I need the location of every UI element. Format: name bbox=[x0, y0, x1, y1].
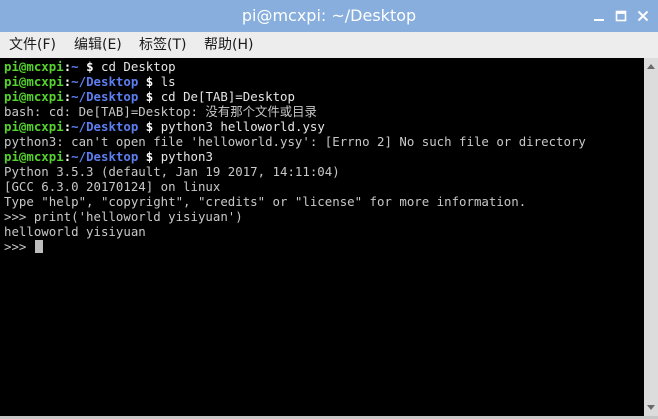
terminal-line: pi@mcxpi:~/Desktop $ python3 bbox=[4, 149, 586, 164]
terminal-output-line: Python 3.5.3 (default, Jan 19 2017, 14:1… bbox=[4, 164, 340, 179]
scroll-up-icon[interactable] bbox=[647, 64, 655, 69]
prompt-dollar: $ bbox=[86, 59, 94, 74]
prompt-user: pi@mcxpi bbox=[4, 59, 64, 74]
prompt-user: pi@mcxpi bbox=[4, 74, 64, 89]
prompt-directory: ~/Desktop bbox=[71, 74, 139, 89]
command-text: python3 helloworld.ysy bbox=[160, 119, 325, 134]
python-command: print('helloworld yisiyuan') bbox=[33, 209, 243, 224]
command-text: ls bbox=[160, 74, 176, 89]
terminal-output-line: helloworld yisiyuan bbox=[4, 224, 146, 239]
menu-tabs[interactable]: 标签(T) bbox=[139, 32, 186, 58]
prompt-user: pi@mcxpi bbox=[4, 89, 64, 104]
vertical-scrollbar[interactable] bbox=[644, 58, 658, 416]
maximize-icon[interactable] bbox=[613, 8, 629, 24]
prompt-directory: ~/Desktop bbox=[71, 149, 139, 164]
menu-file[interactable]: 文件(F) bbox=[9, 32, 56, 58]
prompt-user: pi@mcxpi bbox=[4, 119, 64, 134]
title-bar[interactable]: pi@mcxpi: ~/Desktop bbox=[0, 0, 658, 32]
command-text: cd Desktop bbox=[101, 59, 176, 74]
prompt-dollar: $ bbox=[145, 119, 154, 134]
terminal-line: pi@mcxpi:~/Desktop $ python3 helloworld.… bbox=[4, 119, 586, 134]
prompt-directory: ~/Desktop bbox=[71, 119, 139, 134]
terminal-line: pi@mcxpi:~/Desktop $ ls bbox=[4, 74, 586, 89]
terminal-output-line: bash: cd: De[TAB]=Desktop: 没有那个文件或目录 bbox=[4, 104, 317, 119]
prompt-directory: ~/Desktop bbox=[71, 89, 139, 104]
terminal-window: pi@mcxpi: ~/Desktop 文件(F) 编辑(E) 标签(T) 帮助… bbox=[0, 0, 658, 419]
terminal-output-line: [GCC 6.3.0 20170124] on linux bbox=[4, 179, 221, 194]
prompt-dollar: $ bbox=[145, 149, 154, 164]
terminal-line: pi@mcxpi:~ $ cd Desktop bbox=[4, 59, 586, 74]
command-text: python3 bbox=[160, 149, 213, 164]
prompt-directory: ~ bbox=[71, 59, 79, 74]
terminal-output[interactable]: pi@mcxpi:~ $ cd Desktop pi@mcxpi:~/Deskt… bbox=[0, 58, 644, 416]
terminal-line: pi@mcxpi:~/Desktop $ cd De[TAB]=Desktop bbox=[4, 89, 586, 104]
terminal-line: >>> bbox=[4, 239, 586, 254]
python-prompt: >>> bbox=[4, 239, 34, 254]
menu-bar: 文件(F) 编辑(E) 标签(T) 帮助(H) bbox=[0, 32, 658, 58]
terminal-output-line: python3: can't open file 'helloworld.ysy… bbox=[4, 134, 586, 149]
menu-help[interactable]: 帮助(H) bbox=[204, 32, 253, 58]
close-icon[interactable] bbox=[635, 8, 651, 24]
terminal-output-line: Type "help", "copyright", "credits" or "… bbox=[4, 194, 527, 209]
python-prompt: >>> bbox=[4, 209, 34, 224]
prompt-user: pi@mcxpi bbox=[4, 149, 64, 164]
scroll-down-icon[interactable] bbox=[647, 405, 655, 410]
prompt-dollar: $ bbox=[145, 89, 154, 104]
prompt-dollar: $ bbox=[145, 74, 154, 89]
command-text: cd De[TAB]=Desktop bbox=[160, 89, 295, 104]
window-title: pi@mcxpi: ~/Desktop bbox=[241, 6, 417, 25]
text-cursor bbox=[34, 240, 43, 253]
terminal-line: >>> print('helloworld yisiyuan') bbox=[4, 209, 586, 224]
menu-edit[interactable]: 编辑(E) bbox=[74, 32, 122, 58]
minimize-icon[interactable] bbox=[591, 8, 607, 24]
